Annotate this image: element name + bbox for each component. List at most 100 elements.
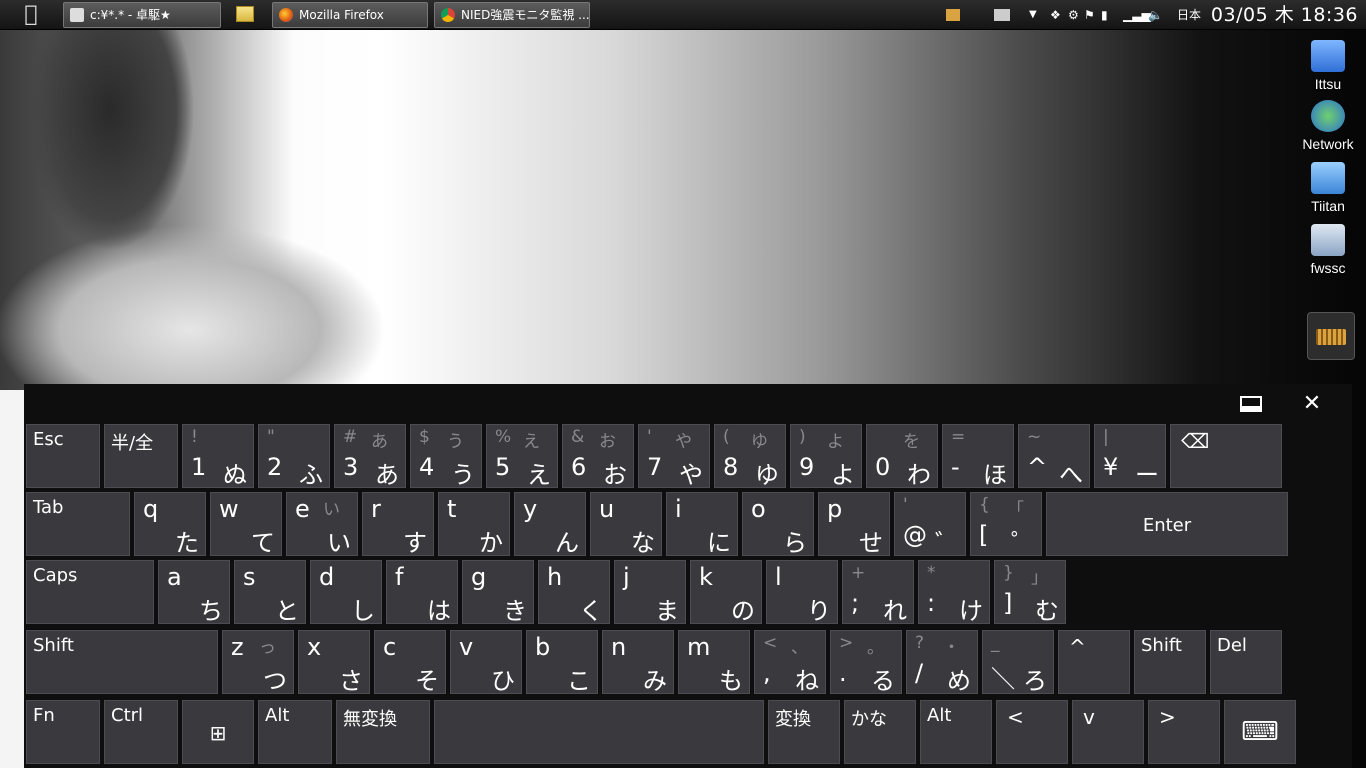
- hankaku-zenkaku-key[interactable]: 半/全: [104, 424, 178, 488]
- char-key[interactable]: {「 [゜: [970, 492, 1042, 557]
- char-key[interactable]: nみ: [602, 630, 674, 695]
- char-key[interactable]: mも: [678, 630, 750, 695]
- space-key[interactable]: [434, 700, 764, 764]
- char-key[interactable]: } 」] む: [994, 560, 1066, 625]
- char-key[interactable]: oら: [742, 492, 814, 557]
- char-key[interactable]: dし: [310, 560, 382, 625]
- folder-icon[interactable]: [236, 6, 254, 22]
- char-key[interactable]: = - ほ: [942, 424, 1014, 489]
- task-tab-filer[interactable]: c:¥*.* - 卓駆★: [63, 2, 221, 28]
- char-key[interactable]: *: け: [918, 560, 990, 625]
- char-key[interactable]: # あ 3 あ: [334, 424, 406, 489]
- char-key[interactable]: % え 5 え: [486, 424, 558, 489]
- fn-key[interactable]: Fn: [26, 700, 100, 764]
- char-key[interactable]: & お 6 お: [562, 424, 634, 489]
- desktop-icon-tiitan[interactable]: Tiitan: [1296, 162, 1360, 214]
- arrow-up-key[interactable]: ^: [1058, 630, 1130, 694]
- henkan-key[interactable]: 変換: [768, 700, 840, 764]
- enter-key[interactable]: Enter: [1046, 492, 1288, 556]
- ctrl-key[interactable]: Ctrl: [104, 700, 178, 764]
- arrow-left-key[interactable]: <: [996, 700, 1068, 764]
- task-tab-firefox[interactable]: Mozilla Firefox: [272, 2, 428, 28]
- desktop-icon-ittsu[interactable]: Ittsu: [1296, 40, 1360, 92]
- char-key[interactable]: rす: [362, 492, 434, 557]
- dock-icon[interactable]: [1240, 394, 1264, 414]
- muhenkan-key[interactable]: 無変換: [336, 700, 430, 764]
- char-key[interactable]: を0わ: [866, 424, 938, 489]
- char-key[interactable]: ~ ^ へ: [1018, 424, 1090, 489]
- desktop-icon-network[interactable]: Network: [1296, 100, 1360, 152]
- char-key[interactable]: zっつ: [222, 630, 294, 695]
- caps-key[interactable]: Caps: [26, 560, 154, 624]
- backspace-key[interactable]: ⌫: [1170, 424, 1282, 488]
- char-key[interactable]: lり: [766, 560, 838, 625]
- apple-start-icon[interactable]: : [14, 2, 48, 28]
- char-key[interactable]: | ¥ ー: [1094, 424, 1166, 489]
- shift-key[interactable]: Shift: [26, 630, 218, 694]
- char-key[interactable]: > 。. る: [830, 630, 902, 695]
- flag-icon[interactable]: ⚑: [1084, 0, 1095, 30]
- language-indicator[interactable]: 日本: [1177, 0, 1201, 30]
- tray-expand-icon[interactable]: ▼: [1029, 0, 1037, 30]
- close-icon[interactable]: ✕: [1300, 393, 1324, 415]
- signal-icon[interactable]: ▁▃▅: [1123, 0, 1151, 30]
- char-key[interactable]: ) よ 9 よ: [790, 424, 862, 489]
- char-key[interactable]: bこ: [526, 630, 598, 695]
- keyboard-options-key[interactable]: ⌨: [1224, 700, 1296, 764]
- clock[interactable]: 03/05 木 18:36: [1211, 0, 1358, 30]
- char-key[interactable]: yん: [514, 492, 586, 557]
- char-key[interactable]: _ ＼ ろ: [982, 630, 1054, 695]
- keyboard-tray-icon[interactable]: [946, 9, 960, 21]
- char-key[interactable]: ' @ ゛: [894, 492, 966, 557]
- char-key[interactable]: eいい: [286, 492, 358, 557]
- key-low: 5: [495, 453, 511, 481]
- char-key[interactable]: sと: [234, 560, 306, 625]
- input-tray-icon[interactable]: [994, 9, 1010, 21]
- char-key[interactable]: $ う 4 う: [410, 424, 482, 489]
- key-top: m: [687, 633, 711, 661]
- char-key[interactable]: pせ: [818, 492, 890, 557]
- char-key[interactable]: tか: [438, 492, 510, 557]
- char-key[interactable]: ! 1 ぬ: [182, 424, 254, 489]
- arrow-right-key[interactable]: >: [1148, 700, 1220, 764]
- key-kana: む: [1035, 597, 1059, 625]
- char-key[interactable]: hく: [538, 560, 610, 625]
- key-kana: へ: [1059, 461, 1083, 489]
- char-key[interactable]: wて: [210, 492, 282, 557]
- kana-key[interactable]: かな: [844, 700, 916, 764]
- esc-key[interactable]: Esc: [26, 424, 100, 488]
- key-top: (: [723, 427, 730, 447]
- arrow-down-key[interactable]: v: [1072, 700, 1144, 764]
- char-key[interactable]: kの: [690, 560, 762, 625]
- char-key[interactable]: fは: [386, 560, 458, 625]
- task-tab-chrome[interactable]: NIED強震モニタ監視 ...: [434, 2, 590, 28]
- char-key[interactable]: cそ: [374, 630, 446, 695]
- char-key[interactable]: xさ: [298, 630, 370, 695]
- key-low: 7: [647, 453, 663, 481]
- shift-key[interactable]: Shift: [1134, 630, 1206, 694]
- desktop-icon-fwssc[interactable]: fwssc: [1296, 224, 1360, 276]
- tab-key[interactable]: Tab: [26, 492, 130, 556]
- char-key[interactable]: iに: [666, 492, 738, 557]
- windows-key[interactable]: ⊞: [182, 700, 254, 764]
- power-icon[interactable]: ▮: [1101, 0, 1108, 30]
- char-key[interactable]: aち: [158, 560, 230, 625]
- char-key[interactable]: qた: [134, 492, 206, 557]
- char-key[interactable]: jま: [614, 560, 686, 625]
- sync-icon[interactable]: ⚙: [1068, 0, 1079, 30]
- delete-key[interactable]: Del: [1210, 630, 1282, 694]
- char-key[interactable]: " 2 ふ: [258, 424, 330, 489]
- touch-keyboard-launcher[interactable]: [1307, 312, 1355, 360]
- dropbox-icon[interactable]: ❖: [1050, 0, 1061, 30]
- char-key[interactable]: +; れ: [842, 560, 914, 625]
- alt-key[interactable]: Alt: [258, 700, 332, 764]
- char-key[interactable]: ? ・ / め: [906, 630, 978, 695]
- char-key[interactable]: < 、, ね: [754, 630, 826, 695]
- volume-icon[interactable]: 🔈: [1148, 0, 1163, 30]
- char-key[interactable]: ' や 7 や: [638, 424, 710, 489]
- char-key[interactable]: vひ: [450, 630, 522, 695]
- char-key[interactable]: gき: [462, 560, 534, 625]
- char-key[interactable]: (ゆ 8 ゆ: [714, 424, 786, 489]
- char-key[interactable]: uな: [590, 492, 662, 557]
- alt-key[interactable]: Alt: [920, 700, 992, 764]
